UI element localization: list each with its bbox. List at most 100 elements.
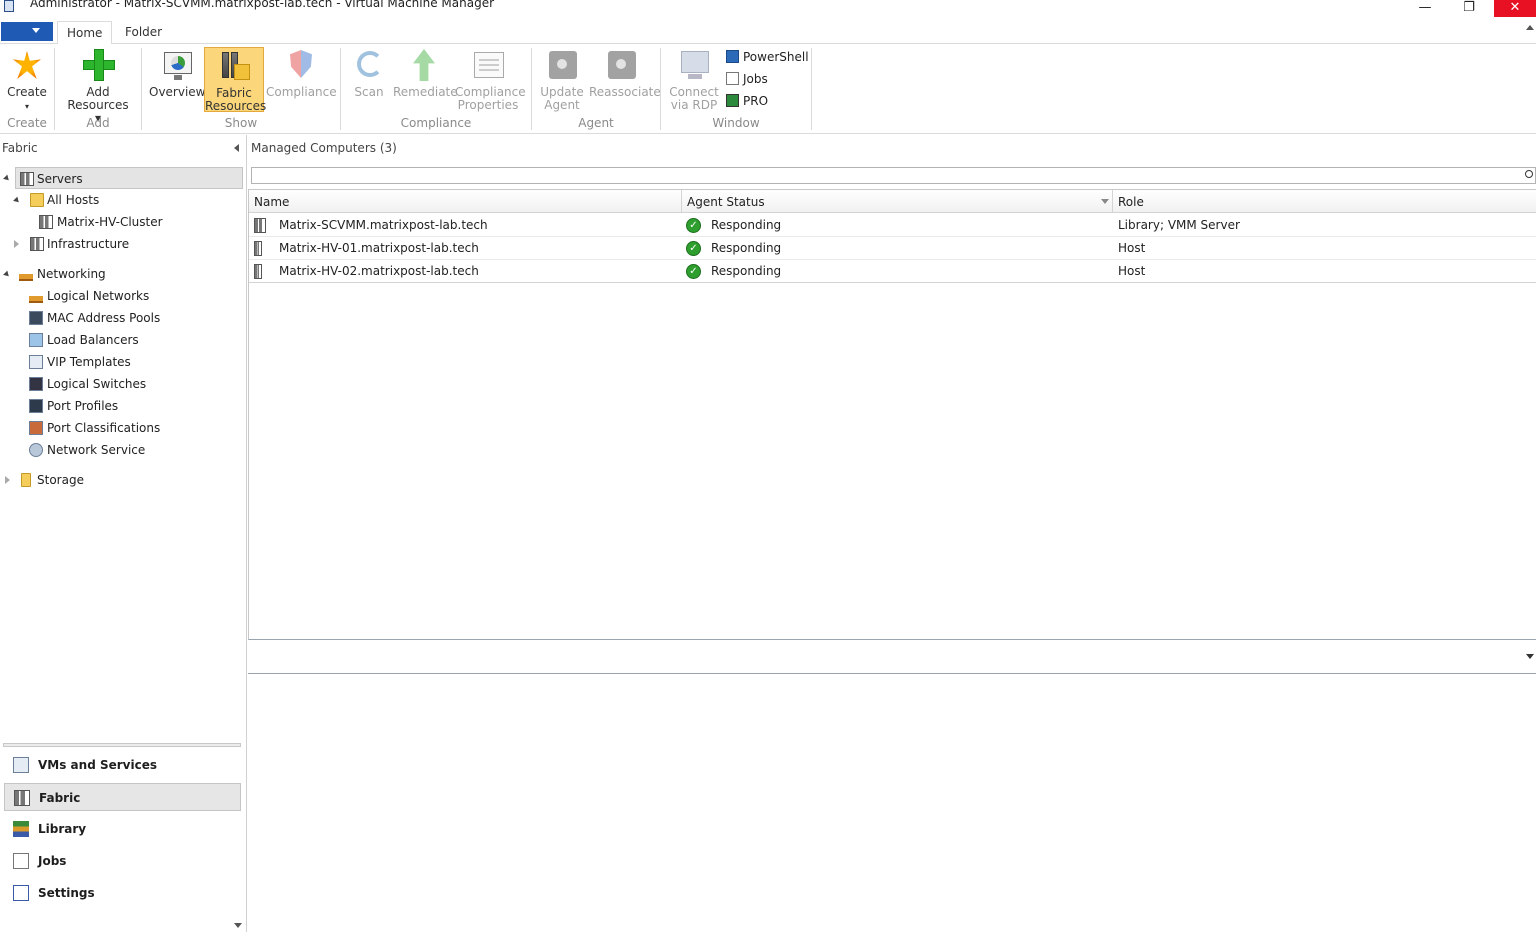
tab-home[interactable]: Home [57, 21, 113, 45]
workspace-vms-and-services[interactable]: VMs and Services [4, 751, 241, 779]
reassociate-label: Reassociate [589, 85, 661, 99]
tree-item-port-classifications[interactable]: Port Classifications [28, 417, 238, 439]
tree-label: VIP Templates [47, 355, 131, 369]
tree-label: Networking [37, 267, 106, 281]
cell-agent-status: Responding [711, 218, 782, 232]
tree-item-port-profiles[interactable]: Port Profiles [28, 395, 238, 417]
restore-button[interactable]: ❐ [1447, 0, 1491, 17]
expand-toggle-icon[interactable] [14, 240, 19, 248]
close-button[interactable]: ✕ [1494, 0, 1536, 17]
collapse-pane-icon[interactable] [234, 144, 239, 152]
jobs-button[interactable]: Jobs [726, 71, 768, 89]
expand-toggle-icon[interactable] [3, 270, 11, 279]
connect-via-rdp-button[interactable]: Connect via RDP [668, 47, 720, 113]
overview-label: Overview [149, 85, 206, 99]
tree-label: Infrastructure [47, 237, 130, 251]
column-header-name[interactable]: Name [249, 190, 682, 212]
group-label-create: Create [7, 116, 47, 130]
reassociate-button[interactable]: Reassociate [589, 47, 661, 113]
remediate-button[interactable]: Remediate [393, 47, 458, 113]
expand-toggle-icon[interactable] [3, 174, 11, 183]
chevron-down-icon [32, 28, 40, 33]
powershell-icon [726, 50, 739, 63]
compliance-properties-button[interactable]: Compliance Properties [455, 47, 526, 113]
fabric-icon [14, 790, 30, 806]
port-profile-icon [29, 399, 43, 413]
column-header-agent-status[interactable]: Agent Status [682, 190, 1113, 212]
cell-name: Matrix-SCVMM.matrixpost-lab.tech [279, 218, 488, 232]
tree-label: Logical Switches [47, 377, 147, 391]
rdp-monitor-icon [678, 49, 710, 83]
tree-item-networking[interactable]: Networking [15, 263, 235, 285]
add-resources-label-line1: Add [86, 85, 110, 99]
cell-name: Matrix-HV-01.matrixpost-lab.tech [279, 241, 479, 255]
tree-label: Load Balancers [47, 333, 139, 347]
cell-agent-status: Responding [711, 264, 782, 278]
vms-services-icon [13, 757, 29, 773]
app-icon[interactable] [4, 0, 14, 12]
scan-button[interactable]: Scan [350, 47, 388, 113]
ribbon: Create ▾ Create Add Resources ▾ Add Overv… [0, 44, 1536, 134]
update-agent-button[interactable]: Update Agent [539, 47, 585, 113]
tree-item-vip-templates[interactable]: VIP Templates [28, 351, 238, 373]
column-header-role[interactable]: Role [1113, 190, 1536, 212]
powershell-label: PowerShell [743, 50, 809, 64]
tree-label: Storage [37, 473, 84, 487]
pro-label: PRO [743, 94, 769, 108]
compliance-properties-label-line2: Properties [457, 98, 519, 112]
create-button[interactable]: Create ▾ [4, 47, 50, 113]
minimize-button[interactable]: — [1403, 0, 1447, 17]
group-label-window: Window [712, 116, 760, 130]
expand-toggle-icon[interactable] [13, 196, 21, 205]
tab-folder[interactable]: Folder [116, 21, 171, 45]
add-resources-button[interactable]: Add Resources ▾ [64, 47, 132, 125]
main-content: Managed Computers (3) Name Agent Status … [248, 135, 1536, 932]
pro-icon [726, 94, 739, 107]
pane-splitter[interactable] [3, 743, 241, 747]
table-row[interactable]: Matrix-HV-01.matrixpost-lab.tech ✓ Respo… [249, 237, 1536, 260]
tree-item-storage[interactable]: Storage [15, 469, 235, 491]
cell-role: Library; VMM Server [1118, 218, 1240, 232]
search-box[interactable] [251, 167, 1536, 184]
column-filter-icon[interactable] [1101, 199, 1109, 204]
table-row[interactable]: Matrix-HV-02.matrixpost-lab.tech ✓ Respo… [249, 260, 1536, 283]
tree-item-servers[interactable]: Servers [15, 167, 243, 189]
search-input[interactable] [252, 168, 1512, 183]
tree-item-logical-networks[interactable]: Logical Networks [28, 285, 238, 307]
group-label-add: Add [86, 116, 110, 130]
fabric-resources-button[interactable]: Fabric Resources [204, 47, 266, 113]
compliance-view-button[interactable]: Compliance [266, 47, 337, 113]
tree-item-network-service[interactable]: Network Service [28, 439, 238, 461]
cell-name: Matrix-HV-02.matrixpost-lab.tech [279, 264, 479, 278]
add-plus-icon [82, 49, 115, 83]
collapse-ribbon-icon[interactable] [1526, 25, 1534, 30]
workspace-label: Library [38, 822, 87, 836]
powershell-button[interactable]: PowerShell [726, 49, 809, 67]
expand-details-icon[interactable] [1526, 654, 1534, 659]
tree-item-load-balancers[interactable]: Load Balancers [28, 329, 238, 351]
tree-label: Port Classifications [47, 421, 161, 435]
more-workspaces-icon[interactable] [234, 923, 242, 928]
file-menu-button[interactable] [1, 22, 53, 41]
expand-toggle-icon[interactable] [5, 476, 10, 484]
table-row[interactable]: Matrix-SCVMM.matrixpost-lab.tech ✓ Respo… [249, 214, 1536, 237]
tree-item-cluster[interactable]: Matrix-HV-Cluster [38, 211, 238, 233]
overview-button[interactable]: Overview [149, 47, 206, 113]
group-label-show: Show [224, 116, 258, 130]
tree-item-infrastructure[interactable]: Infrastructure [28, 233, 228, 255]
tree-item-logical-switches[interactable]: Logical Switches [28, 373, 238, 395]
tree-item-all-hosts[interactable]: All Hosts [28, 189, 228, 211]
workspace-library[interactable]: Library [4, 815, 241, 843]
cell-agent-status: Responding [711, 241, 782, 255]
settings-checklist-icon [13, 885, 29, 901]
content-title: Managed Computers (3) [251, 141, 397, 155]
workspace-fabric[interactable]: Fabric [4, 783, 241, 811]
workspace-settings[interactable]: Settings [4, 879, 241, 907]
pane-header: Fabric [2, 141, 38, 155]
folder-icon [30, 193, 44, 207]
workspace-jobs[interactable]: Jobs [4, 847, 241, 875]
search-icon[interactable] [1525, 170, 1533, 178]
pro-button[interactable]: PRO [726, 93, 768, 111]
remediate-label: Remediate [393, 85, 458, 99]
tree-item-mac-address-pools[interactable]: MAC Address Pools [28, 307, 238, 329]
